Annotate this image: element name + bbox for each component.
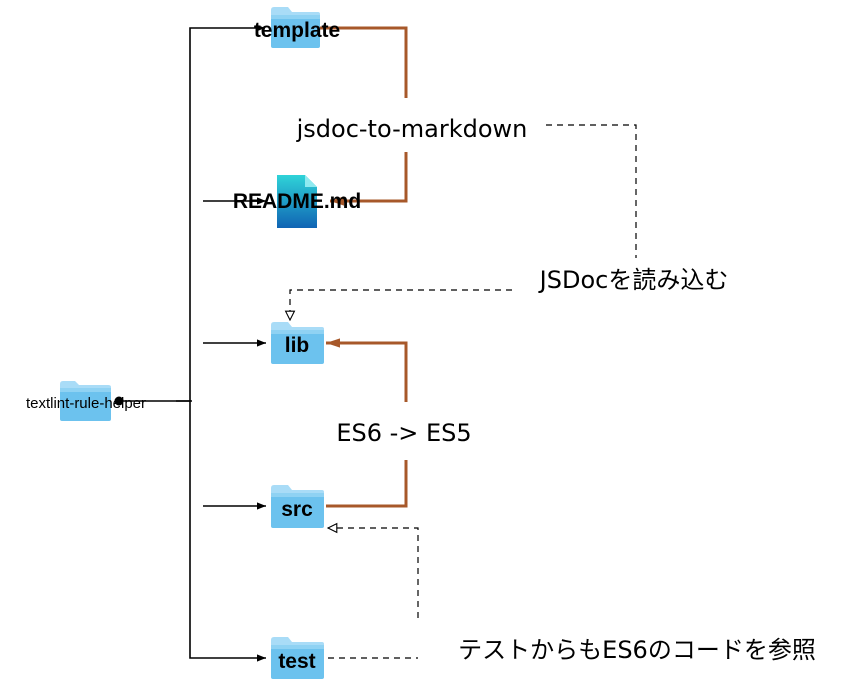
edge-label-test-refs-src: テストからもES6のコードを参照 bbox=[458, 636, 816, 664]
edge-label-jsdoc-to-markdown: jsdoc-to-markdown bbox=[296, 115, 528, 143]
node-label-src: src bbox=[281, 498, 313, 521]
edge-label-jsdoc-read: JSDocを読み込む bbox=[538, 266, 729, 294]
edge-label-es6-to-es5: ES6 -> ES5 bbox=[336, 419, 471, 447]
node-label-readme: README.md bbox=[233, 190, 361, 213]
node-src[interactable]: src bbox=[271, 485, 324, 528]
edge-root-test bbox=[176, 400, 266, 662]
node-lib[interactable]: lib bbox=[271, 322, 324, 364]
edge-jsdoc-reads-lib bbox=[546, 124, 637, 258]
edge-jsdoc-reads-lib-arrow bbox=[290, 289, 512, 320]
node-root[interactable]: textlint-rule-helper bbox=[26, 381, 146, 421]
node-label-template: template bbox=[254, 19, 340, 42]
node-test[interactable]: test bbox=[271, 637, 324, 679]
edge-test-refs-src-arrow bbox=[328, 528, 419, 618]
edge-src-to-lib-bottom bbox=[326, 460, 408, 508]
node-label-lib: lib bbox=[285, 334, 310, 357]
root-label: textlint-rule-helper bbox=[26, 395, 146, 412]
node-label-test: test bbox=[278, 650, 315, 673]
edge-root-template bbox=[189, 24, 265, 401]
node-readme[interactable]: README.md bbox=[233, 175, 361, 228]
edge-src-to-lib-top bbox=[326, 338, 408, 402]
project-structure-diagram: template README.md lib src test textlint… bbox=[26, 7, 816, 679]
tree-connectors bbox=[114, 24, 266, 662]
node-template[interactable]: template bbox=[254, 7, 340, 48]
